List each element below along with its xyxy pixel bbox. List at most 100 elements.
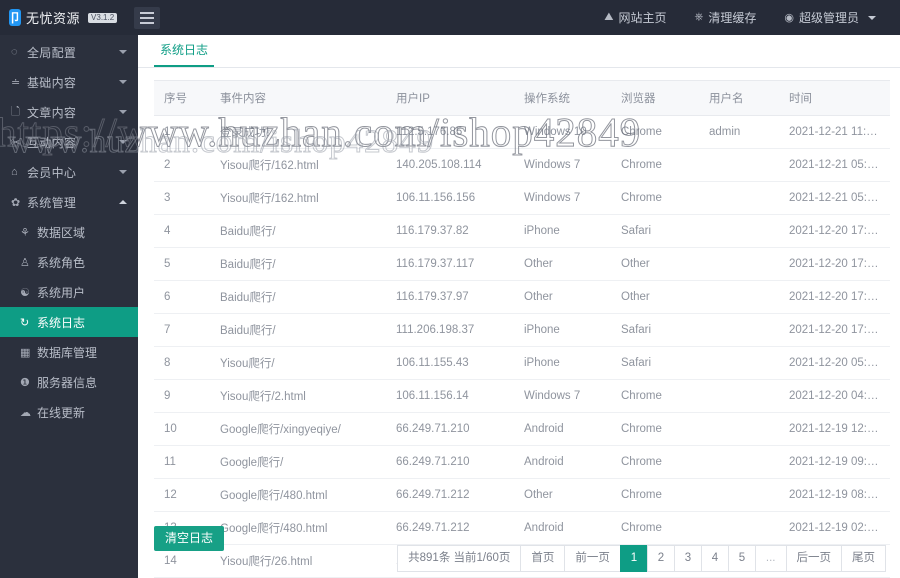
table-row[interactable]: 12 Google爬行/480.html 66.249.71.212 Other Chr…: [154, 478, 890, 512]
cell-user-ip: 66.249.71.210: [386, 445, 514, 479]
table-row[interactable]: 9 Yisou爬行/2.html 106.11.156.14 Windows 7 Chr…: [154, 379, 890, 413]
pagination-button-1[interactable]: 1: [619, 545, 647, 572]
main-content: 系统日志 序号 事件内容 用户IP 操作系统 浏览器 用户名 时间 1 登录成功…: [138, 35, 900, 578]
hamburger-icon[interactable]: [134, 6, 160, 29]
pagination-button-5[interactable]: 5: [727, 545, 755, 572]
body-wrapper: ◌ 全局配置 ≐ 基础内容 🗋 文章内容 ✂ 互动内容 ⌂ 会员中心 ✿ 系统管…: [0, 35, 900, 578]
header-item-home[interactable]: ⛰ 网站主页: [590, 0, 680, 35]
cell-event: Google爬行/: [210, 445, 386, 479]
cell-browser: Chrome: [611, 412, 699, 446]
pagination-button-后一页[interactable]: 后一页: [785, 545, 841, 572]
cell-time: 2021-12-19 08:33:00: [779, 478, 890, 512]
admin-panel: 卩 无忧资源 V3.1.2 ⛰ 网站主页 ⎈ 清理缓存 ◉ 超级管理员 ◌ 全局…: [0, 0, 900, 578]
sidebar-item-system-log[interactable]: ↻ 系统日志: [0, 307, 138, 337]
cell-user-ip: 66.249.71.212: [386, 478, 514, 512]
column-header-os: 操作系统: [514, 80, 611, 116]
cell-index: 2: [154, 148, 210, 182]
chevron-down-icon: [119, 80, 127, 84]
table-row[interactable]: 8 Yisou爬行/106.11.155.43 iPhone Safari 2021-1…: [154, 346, 890, 380]
tab-strip: 系统日志: [138, 35, 900, 68]
sidebar-item-data-region[interactable]: ⚘ 数据区域: [0, 217, 138, 247]
log-table-head: 序号 事件内容 用户IP 操作系统 浏览器 用户名 时间: [154, 80, 890, 116]
sidebar-item-online-update[interactable]: ☁ 在线更新: [0, 397, 138, 427]
sidebar-item-system-log-label: 系统日志: [37, 315, 86, 330]
column-header-username: 用户名: [699, 80, 779, 116]
globe-icon: ◌: [11, 46, 18, 58]
log-table: 序号 事件内容 用户IP 操作系统 浏览器 用户名 时间 1 登录成功! 112.5…: [154, 80, 890, 578]
table-row[interactable]: 4 Baidu爬行/116.179.37.82 iPhone Safari 2021-1…: [154, 214, 890, 248]
table-row[interactable]: 7 Baidu爬行/111.206.198.37 iPhone Safari 2021-…: [154, 313, 890, 347]
brand-logo[interactable]: 卩 无忧资源 V3.1.2: [0, 0, 118, 35]
cell-index: 1: [154, 115, 210, 149]
table-row[interactable]: 5 Baidu爬行/116.179.37.117 Other Other 2021-12…: [154, 247, 890, 281]
logo-icon: 卩: [9, 9, 22, 26]
table-row[interactable]: 10 Google爬行/xingyeqiye/66.249.71.210 Andro…: [154, 412, 890, 446]
cell-os: Windows 10: [514, 115, 611, 149]
table-row[interactable]: 1 登录成功! 112.5.176.85 Windows 10 Chrome admin 2…: [154, 115, 890, 149]
table-row[interactable]: 3 Yisou爬行/162.html 106.11.156.156 Windows 7…: [154, 181, 890, 215]
chevron-down-icon: [119, 110, 127, 114]
interaction-icon: ✂: [11, 136, 21, 149]
sidebar-item-member-center[interactable]: ⌂ 会员中心: [0, 157, 138, 187]
cell-time: 2021-12-20 17:44:46: [779, 247, 890, 281]
user-circle-icon: ◉: [784, 12, 794, 24]
cell-os: Windows 7: [514, 379, 611, 413]
cell-username: [699, 148, 779, 182]
sidebar-item-article-content[interactable]: 🗋 文章内容: [0, 97, 138, 127]
pagination-button-前一页[interactable]: 前一页: [564, 545, 620, 572]
column-header-event: 事件内容: [210, 80, 386, 116]
cell-os: iPhone: [514, 214, 611, 248]
cell-time: 2021-12-21 05:10:33: [779, 148, 890, 182]
cell-browser: Safari: [611, 214, 699, 248]
table-row[interactable]: 6 Baidu爬行/116.179.37.97 Other Other 2021-12-…: [154, 280, 890, 314]
cell-user-ip: 106.11.155.43: [386, 346, 514, 380]
cell-time: 2021-12-20 05:45:23: [779, 346, 890, 380]
cell-username: [699, 412, 779, 446]
pagination-button-首页[interactable]: 首页: [520, 545, 565, 572]
document-icon: 🗋: [11, 105, 20, 118]
header-item-home-label: 网站主页: [618, 11, 667, 25]
pagination: 共891条 当前1/60页 首页 前一页 1 2 3 4 5... 后一页 尾页: [397, 545, 886, 572]
cell-event: Google爬行/xingyeqiye/: [210, 412, 386, 446]
pagination-button-...: ...: [754, 545, 786, 572]
cell-browser: Other: [611, 280, 699, 314]
table-row[interactable]: 2 Yisou爬行/162.html 140.205.108.114 Windows …: [154, 148, 890, 182]
sidebar-item-article-content-label: 文章内容: [27, 105, 77, 120]
chevron-down-icon: [119, 140, 127, 144]
chevron-up-icon: [119, 200, 127, 204]
cell-user-ip: 106.11.156.14: [386, 379, 514, 413]
sidebar-item-online-update-label: 在线更新: [37, 405, 86, 420]
cell-username: [699, 214, 779, 248]
cell-os: Windows 7: [514, 181, 611, 215]
table-row[interactable]: 11 Google爬行/66.249.71.210 Android Chrome 202…: [154, 445, 890, 479]
pagination-button-3[interactable]: 3: [673, 545, 701, 572]
pagination-button-4[interactable]: 4: [700, 545, 728, 572]
header-item-user[interactable]: ◉ 超级管理员: [770, 0, 890, 35]
pagination-button-2[interactable]: 2: [646, 545, 674, 572]
sidebar-item-system-users[interactable]: ☯ 系统用户: [0, 277, 138, 307]
sidebar-item-database-management[interactable]: ▦ 数据库管理: [0, 337, 138, 367]
pagination-button-尾页[interactable]: 尾页: [841, 545, 886, 572]
clear-log-button[interactable]: 清空日志: [154, 526, 225, 552]
sidebar-item-interaction-content[interactable]: ✂ 互动内容: [0, 127, 138, 157]
sidebar-item-system-management[interactable]: ✿ 系统管理: [0, 187, 138, 217]
sidebar-item-basic-content[interactable]: ≐ 基础内容: [0, 67, 138, 97]
sitemap-icon: ⚘: [20, 226, 30, 239]
header-item-user-label: 超级管理员: [798, 11, 859, 25]
cell-browser: Safari: [611, 313, 699, 347]
log-table-body: 1 登录成功! 112.5.176.85 Windows 10 Chrome admin 2…: [154, 115, 890, 578]
cell-user-ip: 116.179.37.117: [386, 247, 514, 281]
sidebar-item-global-config[interactable]: ◌ 全局配置: [0, 37, 138, 67]
history-icon: ↻: [20, 316, 30, 329]
cell-username: [699, 280, 779, 314]
sidebar-item-system-roles[interactable]: ♙ 系统角色: [0, 247, 138, 277]
cell-index: 11: [154, 445, 210, 479]
sidebar-item-server-info[interactable]: ❶ 服务器信息: [0, 367, 138, 397]
cell-event: Yisou爬行/: [210, 346, 386, 380]
cell-browser: Chrome: [611, 478, 699, 512]
cell-time: 2021-12-20 17:44:45: [779, 280, 890, 314]
header-item-clear-cache[interactable]: ⎈ 清理缓存: [681, 0, 771, 35]
tab-system-log[interactable]: 系统日志: [154, 41, 215, 67]
cell-user-ip: 116.179.37.97: [386, 280, 514, 314]
cell-event: Baidu爬行/: [210, 313, 386, 347]
